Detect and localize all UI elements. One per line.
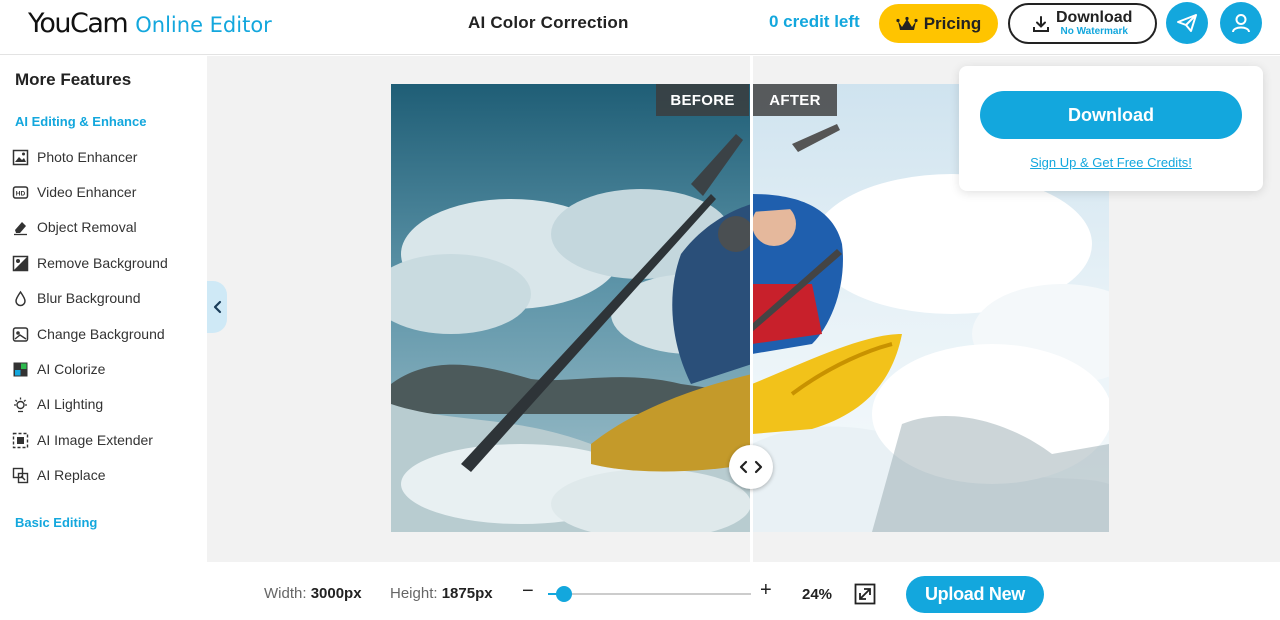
bottom-toolbar: Width: 3000px Height: 1875px − + 24% Upl… — [0, 562, 1280, 620]
sidebar-item-remove-background[interactable]: Remove Background — [12, 251, 202, 275]
height-label: Height: — [390, 585, 438, 602]
svg-text:HD: HD — [16, 190, 26, 197]
collapse-sidebar-button[interactable] — [207, 281, 227, 333]
no-watermark-label: No Watermark — [1060, 26, 1128, 37]
eraser-icon — [14, 221, 27, 235]
before-label: BEFORE — [656, 84, 749, 116]
popup-download-button[interactable]: Download — [980, 91, 1242, 139]
before-image — [391, 84, 752, 532]
chevron-right-icon — [754, 460, 763, 474]
sidebar-item-label: AI Image Extender — [37, 432, 153, 448]
sidebar-item-ai-lighting[interactable]: AI Lighting — [12, 392, 202, 416]
change-background-icon — [12, 326, 29, 342]
droplet-icon — [15, 290, 26, 306]
sidebar-item-label: Remove Background — [37, 255, 168, 271]
fit-to-screen-button[interactable] — [854, 583, 876, 605]
logo-subtitle: Online Editor — [135, 13, 272, 37]
download-no-watermark-button[interactable]: Download No Watermark — [1008, 3, 1157, 44]
height-readout: Height: 1875px — [390, 585, 493, 602]
download-label: Download — [1056, 9, 1133, 26]
width-readout: Width: 3000px — [264, 585, 362, 602]
feature-sidebar: More Features AI Editing & Enhance Photo… — [0, 56, 207, 562]
sidebar-item-label: Blur Background — [37, 290, 141, 306]
photo-enhancer-icon — [12, 149, 29, 165]
sidebar-section-ai-editing: AI Editing & Enhance — [15, 114, 147, 129]
colorize-icon — [13, 362, 28, 376]
sidebar-item-change-background[interactable]: Change Background — [12, 322, 202, 346]
zoom-out-button[interactable]: − — [522, 580, 534, 603]
user-icon — [1232, 14, 1250, 33]
download-popup: Download Sign Up & Get Free Credits! — [959, 66, 1263, 191]
sidebar-section-basic-editing: Basic Editing — [15, 515, 98, 530]
zoom-percentage: 24% — [802, 586, 833, 603]
sidebar-item-label: Object Removal — [37, 219, 137, 235]
zoom-slider[interactable] — [548, 593, 751, 595]
zoom-slider-thumb[interactable] — [556, 586, 573, 602]
sidebar-item-label: AI Replace — [37, 467, 106, 483]
expand-icon — [854, 583, 876, 605]
after-label: AFTER — [753, 84, 837, 116]
sidebar-title: More Features — [15, 70, 132, 89]
sidebar-item-blur-background[interactable]: Blur Background — [12, 286, 202, 310]
remove-background-icon — [12, 255, 29, 271]
sidebar-item-video-enhancer[interactable]: HD Video Enhancer — [12, 180, 202, 204]
sidebar-item-ai-image-extender[interactable]: AI Image Extender — [12, 428, 202, 452]
sidebar-item-label: AI Colorize — [37, 361, 106, 377]
width-value: 3000px — [310, 585, 362, 602]
page-title: AI Color Correction — [468, 13, 629, 32]
credit-counter: 0 credit left — [769, 12, 860, 31]
chevron-left-icon — [213, 300, 221, 314]
sidebar-item-ai-replace[interactable]: AI Replace — [12, 463, 202, 487]
logo[interactable]: YouCam Online Editor — [28, 8, 272, 44]
chevron-left-icon — [739, 460, 748, 474]
sidebar-item-label: AI Lighting — [37, 396, 104, 412]
logo-wordmark: YouCam — [28, 8, 129, 39]
crown-icon — [896, 16, 918, 30]
sidebar-item-ai-colorize[interactable]: AI Colorize — [12, 357, 202, 381]
sidebar-item-object-removal[interactable]: Object Removal — [12, 215, 202, 239]
pricing-button[interactable]: Pricing — [879, 4, 998, 43]
sidebar-item-photo-enhancer[interactable]: Photo Enhancer — [12, 145, 202, 169]
share-button[interactable] — [1166, 2, 1208, 44]
expand-frame-icon — [12, 432, 29, 448]
top-bar: YouCam Online Editor AI Color Correction… — [0, 0, 1280, 55]
signup-link[interactable]: Sign Up & Get Free Credits! — [959, 155, 1263, 170]
sidebar-item-label: Video Enhancer — [37, 184, 137, 200]
paper-plane-icon — [1177, 14, 1197, 32]
account-button[interactable] — [1220, 2, 1262, 44]
replace-icon — [12, 467, 29, 483]
zoom-in-button[interactable]: + — [760, 579, 772, 602]
height-value: 1875px — [441, 585, 493, 602]
pricing-label: Pricing — [923, 13, 982, 33]
download-icon — [1033, 15, 1049, 32]
sidebar-item-label: Change Background — [37, 326, 165, 342]
comparison-slider-handle[interactable] — [729, 445, 773, 489]
sidebar-item-label: Photo Enhancer — [37, 149, 138, 165]
width-label: Width: — [264, 585, 307, 602]
hd-video-icon: HD — [12, 185, 29, 199]
sun-icon — [14, 397, 27, 412]
upload-new-button[interactable]: Upload New — [906, 576, 1044, 613]
